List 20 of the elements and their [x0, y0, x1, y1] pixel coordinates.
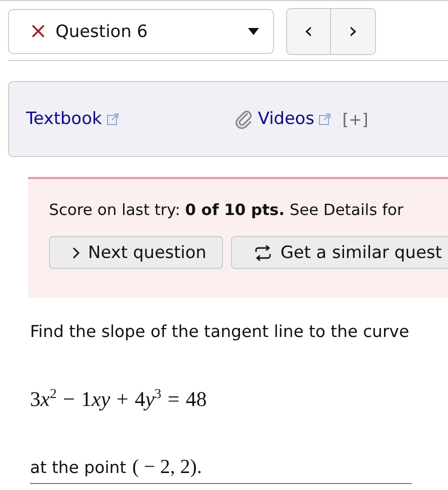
score-text: Score on last try: 0 of 10 pts. See Details for [49, 201, 404, 219]
repeat-icon [254, 244, 272, 260]
point-coordinates: ( − 2, 2). [132, 456, 202, 479]
equation: 3x$^{2}$ − 1xy + 4y$^{3}$ = 48 [30, 386, 208, 412]
next-question-button[interactable]: Next question [49, 236, 224, 269]
similar-question-button[interactable]: Get a similar quest [231, 236, 448, 269]
videos-link[interactable]: Videos [258, 109, 314, 129]
caret-icon [248, 28, 259, 35]
expand-toggle[interactable]: [+] [342, 110, 368, 128]
external-link-icon [319, 113, 332, 125]
chevron-icon [72, 246, 80, 258]
previous-button[interactable]: ‹ [287, 9, 331, 54]
question-label: Question 6 [55, 22, 149, 42]
point-label: at the point [30, 458, 126, 477]
incorrect-icon: × [29, 20, 48, 42]
external-link-icon [106, 113, 119, 125]
paperclip-icon [234, 109, 253, 129]
question-select[interactable]: × Question 6 [8, 9, 274, 54]
textbook-link[interactable]: Textbook [26, 109, 102, 129]
question-text: Find the slope of the tangent line to the curve [30, 322, 410, 341]
